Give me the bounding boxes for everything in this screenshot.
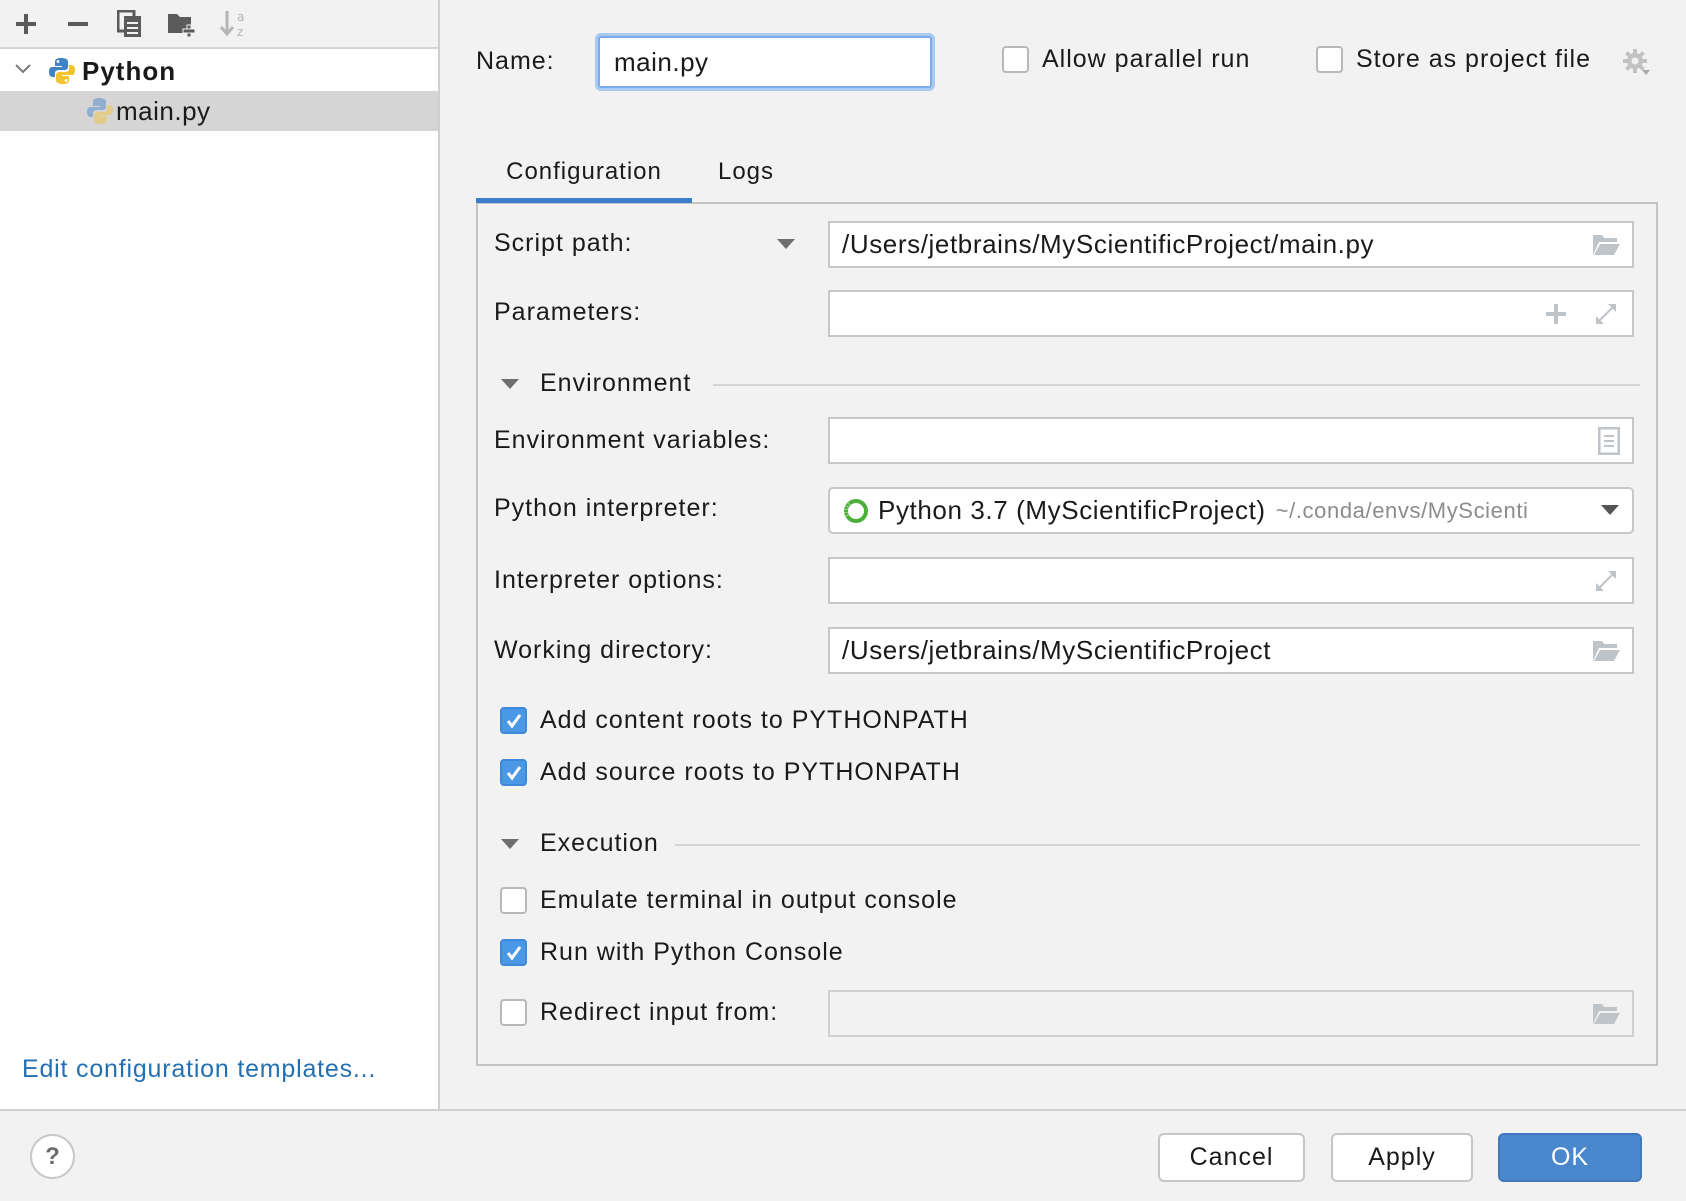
browse-folder-icon[interactable]	[1592, 1002, 1620, 1026]
python-icon	[49, 58, 75, 84]
interpreter-label: Python interpreter:	[494, 494, 719, 522]
edit-env-vars-icon[interactable]	[1598, 427, 1620, 455]
redirect-input-field[interactable]	[828, 990, 1634, 1037]
copy-icon[interactable]	[114, 8, 146, 40]
collapse-triangle-icon	[501, 378, 519, 389]
checkmark-icon	[506, 714, 522, 729]
env-vars-input[interactable]	[828, 417, 1634, 464]
collapse-triangle-icon	[501, 838, 519, 849]
python-file-icon	[87, 98, 113, 124]
cancel-button[interactable]: Cancel	[1158, 1133, 1305, 1182]
script-type-dropdown-icon[interactable]	[776, 238, 796, 250]
emulate-terminal-label: Emulate terminal in output console	[540, 886, 958, 914]
allow-parallel-label: Allow parallel run	[1042, 45, 1251, 73]
add-macro-icon[interactable]	[1542, 302, 1570, 326]
interpreter-name: Python 3.7 (MyScientificProject)	[878, 495, 1266, 525]
interpreter-path: ~/.conda/envs/MyScienti	[1275, 497, 1529, 523]
configurations-sidebar	[0, 0, 440, 1109]
source-roots-checkbox[interactable]	[500, 759, 527, 786]
tree-item-main-py[interactable]: main.py	[0, 91, 438, 131]
interpreter-options-input[interactable]	[828, 557, 1634, 604]
expand-icon[interactable]	[1592, 302, 1620, 326]
tree-item-label: main.py	[116, 95, 211, 126]
remove-icon[interactable]	[62, 8, 94, 40]
script-path-input[interactable]: /Users/jetbrains/MyScientificProject/mai…	[828, 221, 1634, 268]
sort-alpha-icon[interactable]: az	[218, 8, 250, 40]
allow-parallel-checkbox[interactable]	[1002, 46, 1029, 73]
working-dir-input[interactable]: /Users/jetbrains/MyScientificProject	[828, 627, 1634, 674]
emulate-terminal-checkbox[interactable]	[500, 887, 527, 914]
working-dir-value: /Users/jetbrains/MyScientificProject	[842, 635, 1272, 665]
redirect-input-label: Redirect input from:	[540, 998, 779, 1026]
svg-text:z: z	[237, 25, 243, 39]
tab-logs[interactable]: Logs	[706, 152, 786, 202]
browse-folder-icon[interactable]	[1592, 639, 1620, 663]
expand-icon[interactable]	[1592, 569, 1620, 593]
environment-section-header[interactable]: Environment	[500, 369, 691, 398]
tab-configuration[interactable]: Configuration	[476, 152, 692, 202]
run-console-checkbox[interactable]	[500, 939, 527, 966]
checkmark-icon	[506, 766, 522, 781]
tree-group-label: Python	[82, 55, 177, 86]
browse-folder-icon[interactable]	[1592, 233, 1620, 257]
content-roots-label: Add content roots to PYTHONPATH	[540, 706, 969, 734]
execution-section-label: Execution	[540, 829, 659, 857]
tree-group-python[interactable]: Python	[0, 51, 438, 91]
active-tab-indicator	[476, 198, 692, 203]
parameters-label: Parameters:	[494, 298, 642, 326]
interpreter-options-label: Interpreter options:	[494, 566, 724, 594]
apply-button[interactable]: Apply	[1331, 1133, 1473, 1182]
redirect-input-checkbox[interactable]	[500, 999, 527, 1026]
environment-section-label: Environment	[540, 369, 692, 397]
chevron-down-icon[interactable]	[13, 59, 33, 79]
store-project-checkbox[interactable]	[1316, 46, 1343, 73]
execution-section-header[interactable]: Execution	[500, 829, 659, 858]
help-button[interactable]: ?	[30, 1134, 75, 1179]
content-roots-checkbox[interactable]	[500, 707, 527, 734]
chevron-down-icon[interactable]	[1600, 504, 1620, 516]
source-roots-label: Add source roots to PYTHONPATH	[540, 758, 961, 786]
script-path-label: Script path:	[494, 229, 633, 257]
ok-button[interactable]: OK	[1498, 1133, 1642, 1182]
env-vars-label: Environment variables:	[494, 426, 771, 454]
new-folder-icon[interactable]	[166, 8, 198, 40]
name-input[interactable]: main.py	[598, 36, 932, 88]
section-divider	[713, 384, 1640, 386]
working-dir-label: Working directory:	[494, 636, 713, 664]
interpreter-combobox[interactable]: Python 3.7 (MyScientificProject) ~/.cond…	[828, 487, 1634, 534]
parameters-input[interactable]	[828, 290, 1634, 337]
checkmark-icon	[506, 946, 522, 961]
add-icon[interactable]	[10, 8, 42, 40]
store-project-label: Store as project file	[1356, 45, 1591, 73]
edit-templates-link[interactable]: Edit configuration templates...	[22, 1055, 376, 1084]
name-label: Name:	[476, 47, 555, 75]
svg-text:a: a	[237, 10, 244, 24]
sidebar-toolbar: az	[0, 0, 438, 49]
script-path-value: /Users/jetbrains/MyScientificProject/mai…	[842, 229, 1375, 259]
gear-icon[interactable]	[1622, 48, 1652, 78]
run-console-label: Run with Python Console	[540, 938, 844, 966]
conda-interpreter-icon	[844, 498, 868, 523]
section-divider	[675, 844, 1640, 846]
